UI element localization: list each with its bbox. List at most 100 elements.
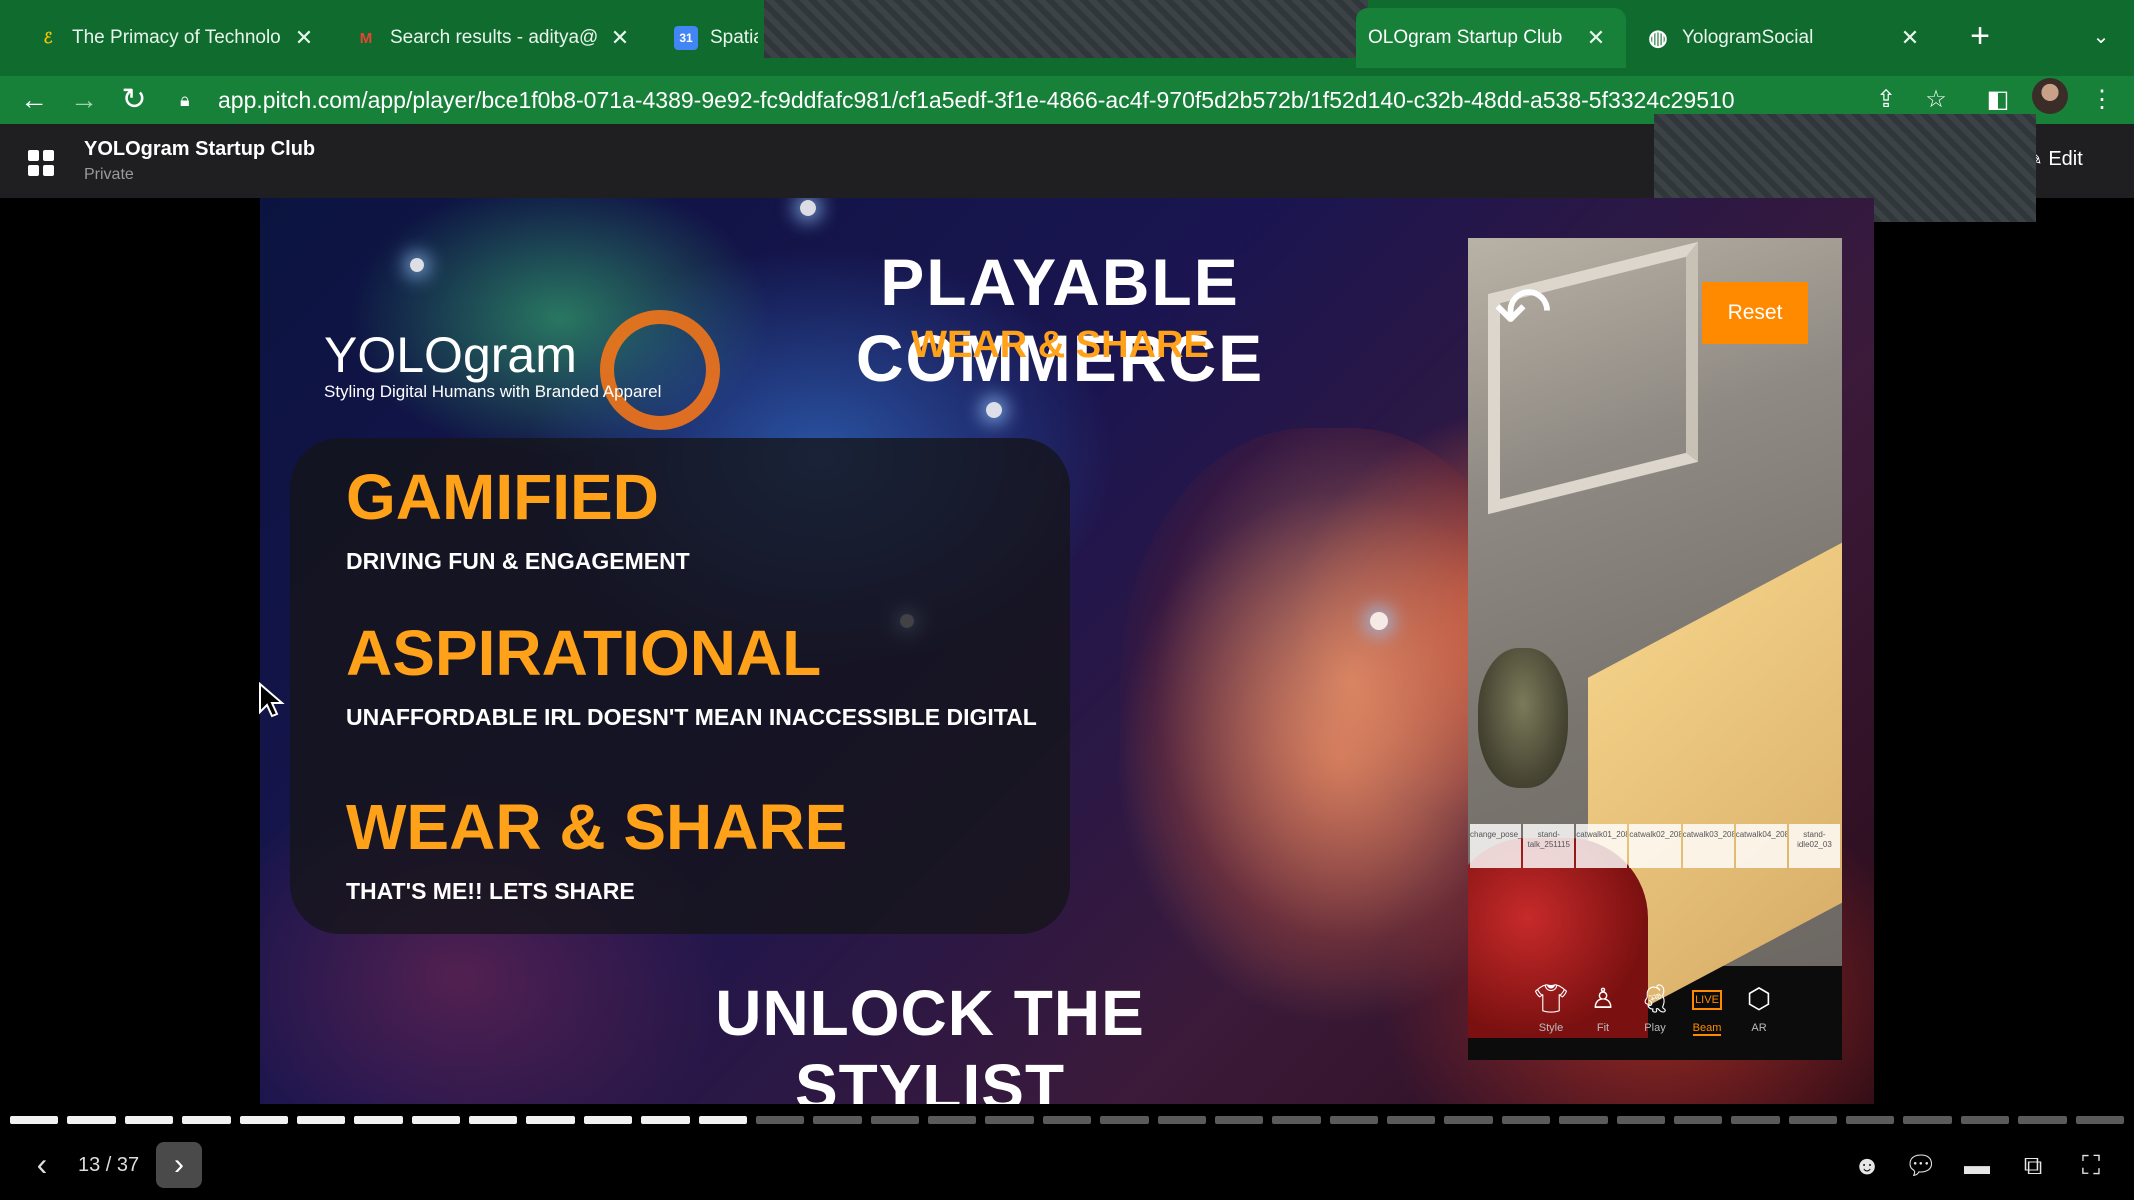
feature-text: UNAFFORDABLE IRL DOESN'T MEAN INACCESSIB… (346, 704, 1037, 730)
reset-button[interactable]: Reset (1702, 282, 1808, 344)
progress-segment[interactable] (1960, 1116, 2010, 1124)
tab-gmail-search[interactable]: M Search results - aditya@ ✕ (336, 8, 650, 68)
profile-avatar[interactable] (2032, 78, 2068, 114)
comment-icon[interactable]: 💬︎ (1904, 1148, 1938, 1182)
phone-nav-label: Fit (1596, 1022, 1610, 1034)
progress-segment[interactable] (928, 1116, 977, 1124)
progress-segment[interactable] (1731, 1116, 1780, 1124)
phone-nav-fit[interactable]: ♙ Fit (1584, 982, 1622, 1060)
feature-heading: WEAR & SHARE (346, 791, 848, 863)
progress-segment[interactable] (1329, 1116, 1378, 1124)
pose-item[interactable]: catwalk04_208704 (1735, 824, 1787, 868)
progress-segment[interactable] (1673, 1116, 1723, 1124)
slide-cta: UNLOCK THE STYLIST (715, 977, 1145, 1104)
side-panel-icon[interactable]: ◧ (1980, 82, 2016, 118)
phone-demo-video[interactable]: ↶ Reset change_pose_251071 stand-talk_25… (1468, 238, 1842, 1060)
progress-segment[interactable] (67, 1116, 116, 1124)
progress-segment[interactable] (1214, 1116, 1264, 1124)
tab-yologram-startup-club[interactable]: OLOgram Startup Club ✕ (1356, 8, 1626, 68)
browser-tab-strip: ℰ The Primacy of Technolo ✕ M Search res… (0, 0, 2134, 76)
close-icon[interactable]: ✕ (1898, 25, 1922, 51)
more-menu-icon[interactable]: ⋮ (2084, 82, 2120, 118)
pose-item[interactable]: catwalk03_208703 (1682, 824, 1734, 868)
progress-segment[interactable] (1616, 1116, 1665, 1124)
back-arrow-icon[interactable]: ← (14, 80, 54, 120)
undo-arrow-icon[interactable]: ↶ (1494, 277, 1574, 347)
feature-text: DRIVING FUN & ENGAGEMENT (346, 548, 690, 574)
progress-segment[interactable] (1157, 1116, 1206, 1124)
phone-nav-label: Style (1538, 1022, 1564, 1034)
progress-segment[interactable] (813, 1116, 862, 1124)
lock-icon: 🔒︎ (180, 89, 190, 110)
progress-segment[interactable] (1100, 1116, 1149, 1124)
reaction-emoji-icon[interactable]: ☻ (1850, 1148, 1884, 1182)
progress-segment[interactable] (755, 1116, 805, 1124)
calendar-icon: 31 (674, 26, 698, 50)
phone-bottom-nav: 👕︎ Style ♙ Fit 🕺︎ Play LIVE Beam ⬡ AR (1468, 966, 1842, 1060)
pose-item[interactable]: catwalk02_208706 (1629, 824, 1681, 868)
sparkle-decoration (986, 402, 1002, 418)
previous-slide-button[interactable]: ‹ (24, 1144, 60, 1184)
tab-primacy-of-technology[interactable]: ℰ The Primacy of Technolo ✕ (18, 8, 334, 68)
progress-segment[interactable] (354, 1116, 403, 1124)
progress-segment[interactable] (2018, 1116, 2067, 1124)
gmail-icon: M (359, 29, 373, 47)
share-icon[interactable]: ⇪ (1868, 82, 1904, 118)
pose-item[interactable]: stand-idle02_03 (1788, 824, 1840, 868)
progress-segment[interactable] (1444, 1116, 1493, 1124)
tab-title: YologramSocial (1682, 27, 1814, 48)
progress-segment[interactable] (1788, 1116, 1837, 1124)
progress-segment[interactable] (411, 1116, 460, 1124)
tab-search-chevron-icon[interactable]: ⌄ (2086, 22, 2116, 52)
tab-yologram-social[interactable]: ◍ YologramSocial ✕ (1628, 8, 1940, 68)
brand-logo-text: YOLOgram (324, 327, 577, 383)
progress-segment[interactable] (1559, 1116, 1608, 1124)
progress-segment[interactable] (583, 1116, 633, 1124)
phone-nav-label: Play (1644, 1022, 1666, 1034)
progress-segment[interactable] (2075, 1116, 2124, 1124)
deck-title: YOLOgram Startup Club (84, 138, 316, 160)
progress-segment[interactable] (10, 1116, 59, 1124)
progress-segment[interactable] (1387, 1116, 1436, 1124)
progress-segment[interactable] (1903, 1116, 1952, 1124)
close-icon[interactable]: ✕ (292, 25, 316, 51)
tab-spatial[interactable]: 31 Spatia (656, 8, 776, 68)
phone-nav-ar[interactable]: ⬡ AR (1740, 982, 1778, 1060)
progress-segment[interactable] (985, 1116, 1034, 1124)
new-tab-button[interactable]: + (1960, 16, 2000, 56)
progress-segment[interactable] (1501, 1116, 1551, 1124)
progress-segment[interactable] (469, 1116, 518, 1124)
progress-segment[interactable] (698, 1116, 747, 1124)
live-icon: LIVE (1692, 990, 1722, 1010)
progress-segment[interactable] (1042, 1116, 1092, 1124)
progress-segment[interactable] (1272, 1116, 1321, 1124)
reload-icon[interactable]: ↻ (114, 80, 154, 120)
slide-progress-bar[interactable] (0, 1116, 2134, 1128)
progress-segment[interactable] (870, 1116, 919, 1124)
globe-icon: ◍ (1648, 25, 1668, 50)
deck-privacy-label: Private (84, 166, 134, 183)
progress-segment[interactable] (296, 1116, 346, 1124)
window-mode-icon[interactable]: ⧉ (2016, 1148, 2050, 1182)
bookmark-star-icon[interactable]: ☆ (1918, 82, 1954, 118)
progress-segment[interactable] (641, 1116, 690, 1124)
progress-segment[interactable] (1846, 1116, 1895, 1124)
phone-nav-style[interactable]: 👕︎ Style (1532, 982, 1570, 1060)
progress-segment[interactable] (124, 1116, 174, 1124)
phone-nav-play[interactable]: 🕺︎ Play (1636, 982, 1674, 1060)
next-slide-button[interactable]: › (156, 1142, 202, 1188)
phone-nav-label: AR (1751, 1022, 1767, 1034)
apps-grid-icon[interactable] (28, 150, 54, 176)
close-icon[interactable]: ✕ (608, 25, 632, 51)
progress-segment[interactable] (526, 1116, 575, 1124)
present-icon[interactable]: ▬ (1960, 1148, 1994, 1182)
pose-item[interactable]: change_pose_251071 (1470, 824, 1522, 868)
pose-item[interactable]: stand-talk_251115 (1523, 824, 1575, 868)
progress-segment[interactable] (239, 1116, 288, 1124)
phone-nav-beam[interactable]: LIVE Beam (1688, 982, 1726, 1060)
forward-arrow-icon[interactable]: → (64, 80, 104, 120)
progress-segment[interactable] (182, 1116, 231, 1124)
pose-item[interactable]: catwalk01_208705 (1576, 824, 1628, 868)
fullscreen-icon[interactable]: ⛶ (2074, 1148, 2108, 1182)
close-icon[interactable]: ✕ (1584, 25, 1608, 51)
